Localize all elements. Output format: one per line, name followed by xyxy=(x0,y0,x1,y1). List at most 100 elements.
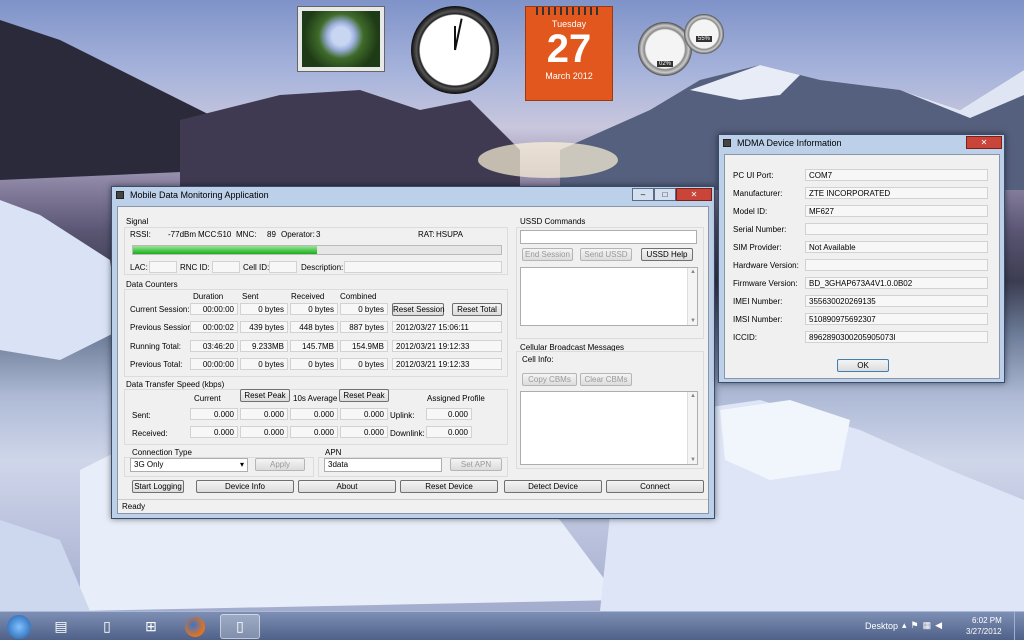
reset-peak-button-2[interactable]: Reset Peak xyxy=(339,389,389,402)
row-label: Current Session: xyxy=(130,305,190,314)
cpu-value: 02% xyxy=(657,61,674,67)
info-value: Not Available xyxy=(805,241,988,253)
main-window: Mobile Data Monitoring Application – □ ✕… xyxy=(111,186,715,519)
detect-device-button[interactable]: Detect Device xyxy=(504,480,602,493)
start-logging-button[interactable]: Start Logging xyxy=(132,480,184,493)
calendar-day: 27 xyxy=(546,27,592,71)
mdma-taskbar-button[interactable]: ▯ xyxy=(220,614,260,639)
explorer-taskbar-button[interactable]: ▤ xyxy=(44,614,78,639)
copy-cbms-button[interactable]: Copy CBMs xyxy=(522,373,577,386)
reset-session-button[interactable]: Reset Session xyxy=(392,303,445,316)
chevron-down-icon: ▾ xyxy=(239,460,244,469)
maximize-button[interactable]: □ xyxy=(654,188,676,201)
cbm-scrollbar[interactable]: ▲ ▼ xyxy=(687,392,697,464)
uplink-label: Uplink: xyxy=(390,411,415,420)
ok-button[interactable]: OK xyxy=(837,359,889,372)
end-session-button[interactable]: End Session xyxy=(522,248,573,261)
calendar-month: March 2012 xyxy=(545,71,593,81)
row-received: 0 bytes xyxy=(290,303,338,315)
cpu-meter-gadget[interactable]: 02% 55% xyxy=(638,14,728,76)
rnc-label: RNC ID: xyxy=(180,263,210,272)
row-duration: 03:46:20 xyxy=(190,340,238,352)
modem-icon: ▯ xyxy=(236,618,244,634)
row-timestamp: 2012/03/21 19:12:33 xyxy=(392,358,502,370)
set-apn-button[interactable]: Set APN xyxy=(450,458,502,471)
clock-gadget[interactable] xyxy=(411,6,499,94)
info-value: COM7 xyxy=(805,169,988,181)
network-taskbar-button[interactable]: ⊞ xyxy=(134,614,168,639)
hydrangea-photo xyxy=(302,11,380,67)
ussd-scrollbar[interactable]: ▲ ▼ xyxy=(687,268,697,325)
show-desktop-button[interactable] xyxy=(1014,612,1024,640)
desktop-toolbar-label[interactable]: Desktop xyxy=(865,621,898,631)
connect-button[interactable]: Connect xyxy=(606,480,704,493)
operator-label: Operator: xyxy=(281,230,315,239)
device-info-button[interactable]: Device Info xyxy=(196,480,294,493)
row-duration: 00:00:02 xyxy=(190,321,238,333)
minimize-button[interactable]: – xyxy=(632,188,654,201)
col-received: Received xyxy=(291,292,325,301)
row-combined: 0 bytes xyxy=(340,358,388,370)
apply-button[interactable]: Apply xyxy=(255,458,305,471)
row-label: Running Total: xyxy=(130,342,181,351)
calendar-rings xyxy=(536,7,602,15)
cbm-output[interactable]: ▲ ▼ xyxy=(520,391,698,465)
rnc-field xyxy=(212,261,240,273)
sent-average: 0.000 xyxy=(290,408,338,420)
downlink-value: 0.000 xyxy=(426,426,472,438)
description-label: Description: xyxy=(301,263,344,272)
sent-label: Sent: xyxy=(132,411,151,420)
ram-gauge-icon xyxy=(684,14,724,54)
row-received: 0 bytes xyxy=(290,358,338,370)
received-average-peak: 0.000 xyxy=(340,426,388,438)
firefox-taskbar-button[interactable] xyxy=(178,614,212,639)
clear-cbms-button[interactable]: Clear CBMs xyxy=(580,373,632,386)
info-value xyxy=(805,259,988,271)
info-value: ZTE INCORPORATED xyxy=(805,187,988,199)
flag-icon[interactable]: ⚑ xyxy=(911,620,923,630)
rssi-label: RSSI: xyxy=(130,230,151,239)
received-peak: 0.000 xyxy=(240,426,288,438)
col-sent: Sent xyxy=(242,292,259,301)
uplink-value: 0.000 xyxy=(426,408,472,420)
start-button[interactable] xyxy=(2,614,36,639)
col-duration: Duration xyxy=(193,292,224,301)
cell-field xyxy=(269,261,297,273)
about-button[interactable]: About xyxy=(298,480,396,493)
ussd-input[interactable] xyxy=(520,230,697,244)
assigned-profile-header: Assigned Profile xyxy=(427,394,485,403)
row-duration: 00:00:00 xyxy=(190,358,238,370)
send-ussd-button[interactable]: Send USSD xyxy=(580,248,632,261)
ussd-help-button[interactable]: USSD Help xyxy=(641,248,693,261)
speed-group-title: Data Transfer Speed (kbps) xyxy=(126,380,225,389)
main-client: Signal RSSI: -77dBm MCC: 510 MNC: 89 Ope… xyxy=(117,206,709,514)
network-tray-icon[interactable]: ▦ xyxy=(923,620,936,630)
reset-device-button[interactable]: Reset Device xyxy=(400,480,498,493)
row-sent: 0 bytes xyxy=(240,358,288,370)
reset-peak-button-1[interactable]: Reset Peak xyxy=(240,389,290,402)
volume-icon[interactable]: ◀ xyxy=(935,620,946,630)
info-titlebar[interactable]: MDMA Device Information xyxy=(719,135,1004,151)
cell-info-label: Cell Info: xyxy=(522,355,554,364)
sent-current: 0.000 xyxy=(190,408,238,420)
tray-arrow-icon[interactable]: ▴ xyxy=(902,620,911,630)
photo-gadget[interactable] xyxy=(297,6,385,72)
ram-value: 55% xyxy=(696,36,713,42)
connection-type-select[interactable]: 3G Only ▾ xyxy=(130,458,248,472)
close-button[interactable]: ✕ xyxy=(676,188,712,201)
clock-time[interactable]: 6:02 PM xyxy=(972,616,1002,625)
ussd-output[interactable]: ▲ ▼ xyxy=(520,267,698,326)
info-value: 355630020269135 xyxy=(805,295,988,307)
sent-average-peak: 0.000 xyxy=(340,408,388,420)
clock-date[interactable]: 3/27/2012 xyxy=(966,627,1002,636)
info-label: Model ID: xyxy=(733,207,768,216)
info-label: SIM Provider: xyxy=(733,243,782,252)
received-average: 0.000 xyxy=(290,426,338,438)
main-titlebar[interactable]: Mobile Data Monitoring Application xyxy=(112,187,714,203)
phone-taskbar-button[interactable]: ▯ xyxy=(90,614,124,639)
info-close-button[interactable]: ✕ xyxy=(966,136,1002,149)
calendar-gadget[interactable]: Tuesday 27 March 2012 xyxy=(525,6,613,101)
apn-input[interactable]: 3data xyxy=(324,458,442,472)
mnc-label: MNC: xyxy=(236,230,257,239)
reset-total-button[interactable]: Reset Total xyxy=(452,303,502,316)
